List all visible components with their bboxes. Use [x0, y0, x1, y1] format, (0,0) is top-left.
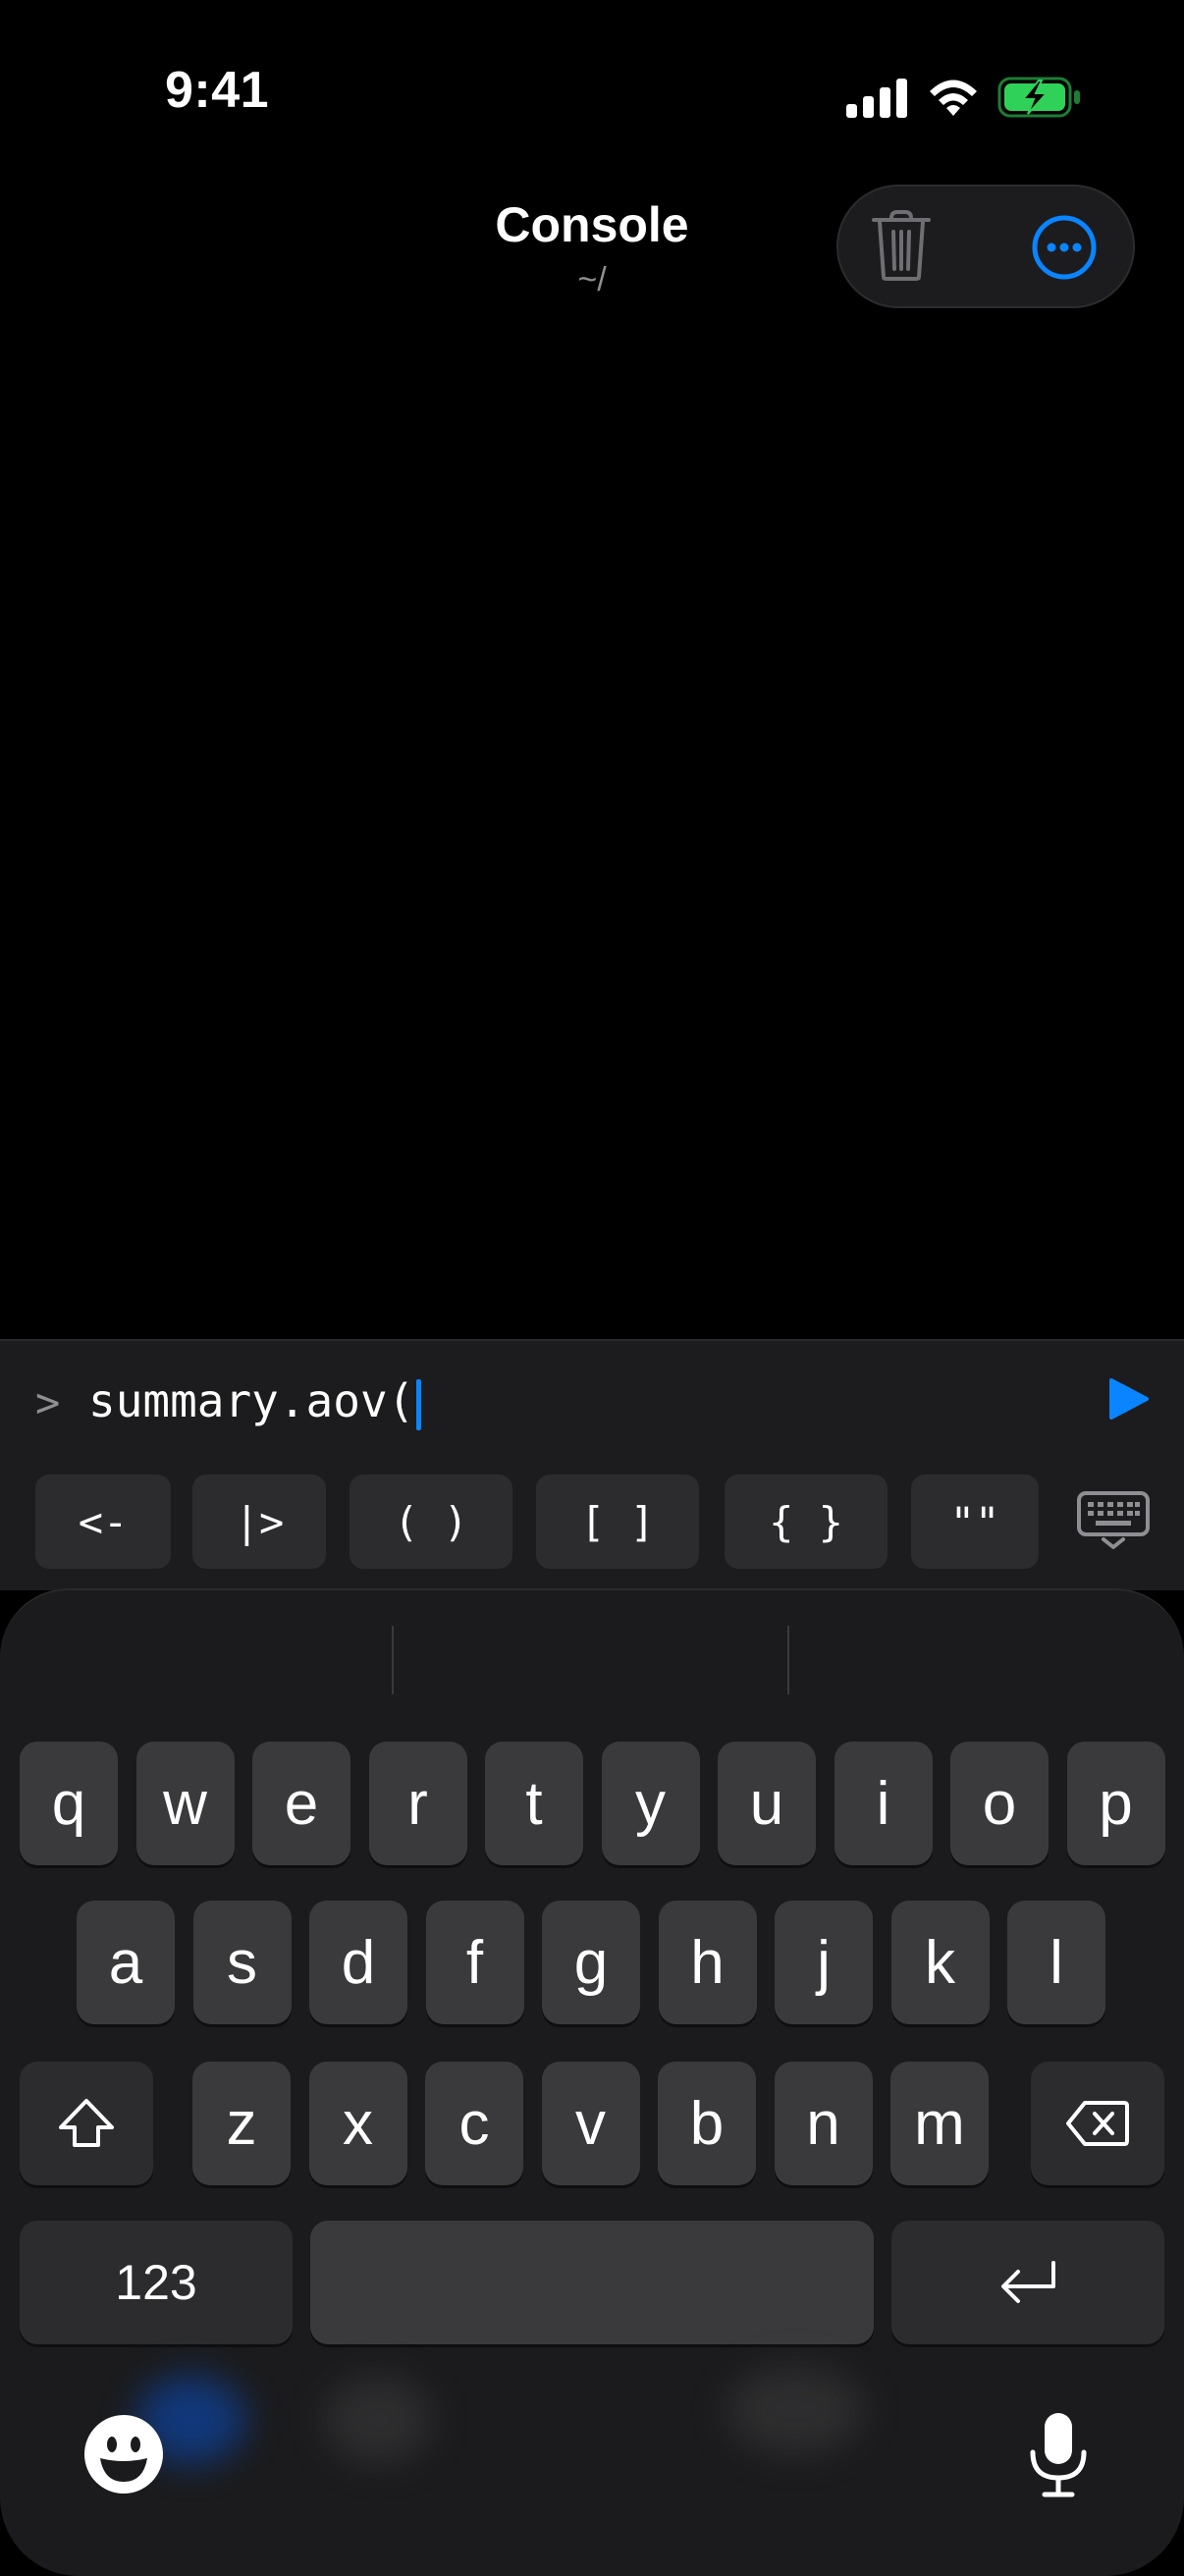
battery-charging-icon [997, 77, 1080, 118]
key-q[interactable]: q [20, 1742, 118, 1865]
key-j[interactable]: j [775, 1901, 873, 2024]
suggestion-blob [324, 2376, 432, 2464]
key-r[interactable]: r [368, 1742, 467, 1865]
play-icon[interactable] [1107, 1376, 1151, 1422]
command-text: summary.aov( [88, 1374, 415, 1427]
key-w[interactable]: w [135, 1742, 235, 1865]
key-b[interactable]: b [658, 2062, 756, 2185]
key-v[interactable]: v [541, 2062, 640, 2185]
wifi-icon [930, 80, 977, 116]
delete-icon [1066, 2101, 1129, 2146]
suggestion-blob [727, 2366, 864, 2454]
console-input[interactable]: summary.aov( [88, 1374, 422, 1430]
accessory-quotes-key[interactable]: "" [911, 1475, 1039, 1569]
key-f[interactable]: f [425, 1901, 524, 2024]
key-l[interactable]: l [1007, 1901, 1105, 2024]
microphone-icon[interactable] [1027, 2409, 1090, 2499]
key-s[interactable]: s [192, 1901, 292, 2024]
space-key[interactable] [310, 2221, 874, 2344]
accessory-pipe-key[interactable]: |> [192, 1475, 326, 1569]
key-c[interactable]: c [425, 2062, 523, 2185]
key-n[interactable]: n [774, 2062, 873, 2185]
key-m[interactable]: m [890, 2062, 989, 2185]
key-o[interactable]: o [950, 1742, 1049, 1865]
text-cursor [416, 1378, 422, 1430]
accessory-assign-key[interactable]: <- [35, 1475, 171, 1569]
key-i[interactable]: i [834, 1742, 933, 1865]
key-u[interactable]: u [718, 1742, 816, 1865]
key-g[interactable]: g [542, 1901, 640, 2024]
return-icon [1001, 2261, 1055, 2303]
suggestion-divider [787, 1626, 789, 1694]
key-e[interactable]: e [252, 1742, 350, 1865]
key-z[interactable]: z [192, 2062, 291, 2185]
cellular-signal-icon [846, 79, 907, 118]
more-icon[interactable] [1031, 214, 1098, 281]
key-h[interactable]: h [658, 1901, 757, 2024]
shift-key[interactable] [20, 2062, 153, 2185]
key-p[interactable]: p [1066, 1742, 1165, 1865]
numbers-key[interactable]: 123 [20, 2221, 293, 2344]
trash-icon[interactable] [870, 208, 933, 283]
suggestion-divider [392, 1626, 394, 1694]
accessory-brackets-key[interactable]: [ ] [536, 1475, 699, 1569]
keyboard-dismiss-icon[interactable] [1076, 1490, 1151, 1551]
key-t[interactable]: t [485, 1742, 583, 1865]
return-key[interactable] [891, 2221, 1164, 2344]
console-prompt: > [35, 1378, 61, 1426]
emoji-icon[interactable] [82, 2413, 165, 2496]
accessory-braces-key[interactable]: { } [725, 1475, 888, 1569]
key-k[interactable]: k [890, 1901, 990, 2024]
status-time: 9:41 [165, 62, 270, 119]
key-d[interactable]: d [309, 1901, 407, 2024]
key-a[interactable]: a [77, 1901, 175, 2024]
key-y[interactable]: y [601, 1742, 700, 1865]
key-x[interactable]: x [308, 2062, 407, 2185]
shift-icon [59, 2099, 114, 2147]
delete-key[interactable] [1031, 2062, 1164, 2185]
accessory-parens-key[interactable]: ( ) [350, 1475, 512, 1569]
